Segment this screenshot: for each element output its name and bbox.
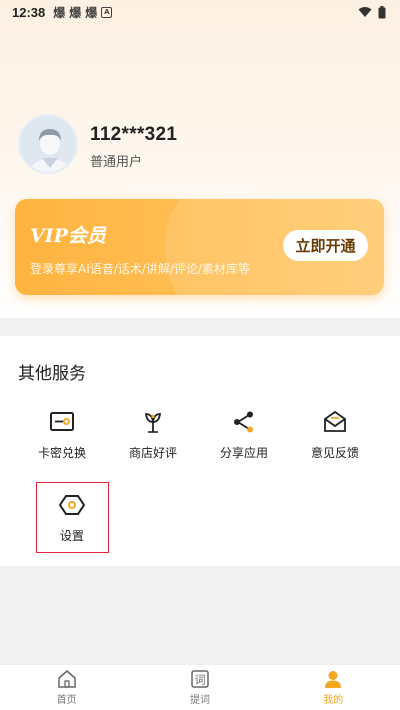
prompt-word-icon: 词 <box>191 670 209 688</box>
service-card-redeem[interactable]: 卡密兑换 <box>17 409 107 469</box>
tab-mine[interactable]: 我的 <box>267 665 400 710</box>
avatar[interactable] <box>18 114 78 174</box>
service-settings[interactable]: 设置 <box>27 492 117 552</box>
notification-app-icon: 爆 <box>69 5 82 20</box>
vip-title: VIP会员 <box>30 225 106 247</box>
feedback-mail-icon <box>324 410 346 432</box>
service-feedback[interactable]: 意见反馈 <box>290 409 380 469</box>
notification-badge-icon: A <box>101 6 113 18</box>
home-icon <box>57 670 76 688</box>
vip-card[interactable]: VIP会员 登录尊享AI语音/话术/讲解/评论/素材库等 立即开通 <box>15 199 384 295</box>
service-label: 意见反馈 <box>310 446 359 460</box>
share-icon <box>234 411 253 433</box>
bottom-tab-bar: 首页 词 提词 我的 <box>0 664 400 710</box>
notification-app-icon: 爆 <box>85 5 98 20</box>
other-services-section: 其他服务 卡密兑换 商店好评 分享应用 意见反馈 设置 <box>0 336 400 566</box>
user-level: 普通用户 <box>90 155 143 170</box>
username: 112***321 <box>90 124 178 145</box>
tab-home[interactable]: 首页 <box>0 665 133 710</box>
card-key-icon <box>50 412 74 431</box>
battery-icon <box>378 5 386 18</box>
user-icon <box>325 671 342 688</box>
wifi-icon <box>358 7 372 17</box>
tab-prompt[interactable]: 词 提词 <box>133 665 266 710</box>
tab-label: 我的 <box>323 695 344 706</box>
settings-hex-icon <box>59 495 85 515</box>
service-label: 商店好评 <box>128 446 177 460</box>
tab-label: 首页 <box>56 695 77 706</box>
sprout-icon <box>144 413 162 433</box>
service-share-app[interactable]: 分享应用 <box>199 409 289 469</box>
status-time: 12:38 <box>12 4 46 20</box>
status-bar: 12:38 爆 爆 爆 A <box>0 0 400 24</box>
service-store-review[interactable]: 商店好评 <box>108 409 198 469</box>
svg-text:词: 词 <box>194 674 205 687</box>
service-label: 卡密兑换 <box>37 446 86 460</box>
tab-label: 提词 <box>189 695 210 706</box>
vip-open-button[interactable]: 立即开通 <box>283 230 368 261</box>
vip-description: 登录尊享AI语音/话术/讲解/评论/素材库等 <box>30 262 250 276</box>
service-label: 设置 <box>59 529 84 543</box>
service-label: 分享应用 <box>219 446 268 460</box>
notification-app-icon: 爆 <box>53 5 66 20</box>
services-title: 其他服务 <box>18 364 86 384</box>
